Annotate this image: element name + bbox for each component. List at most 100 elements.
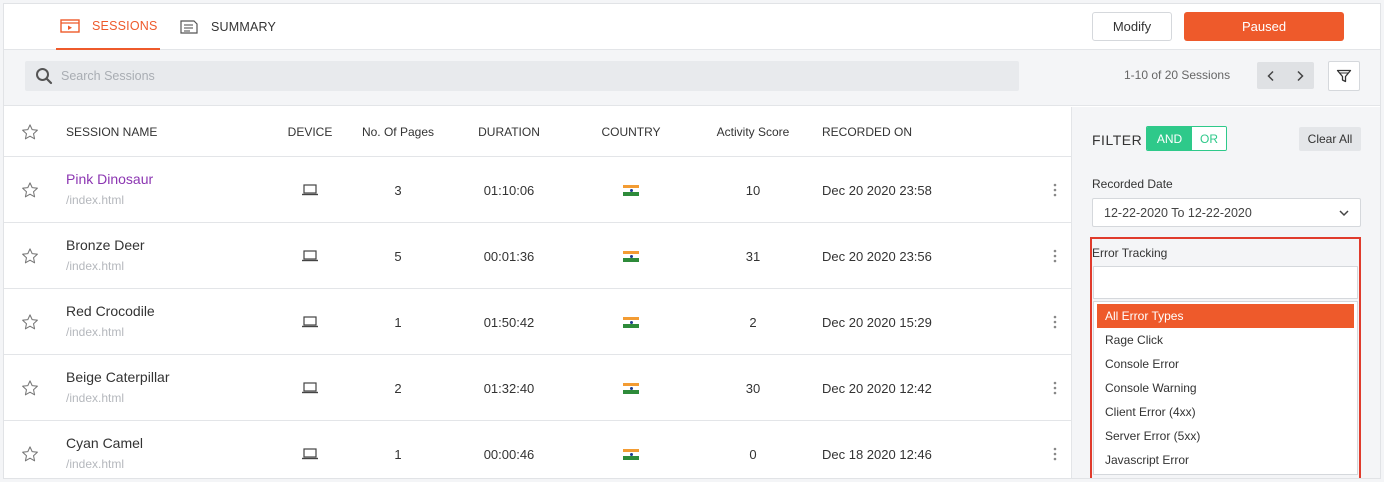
session-name-cell: Cyan Camel/index.html [66,421,143,478]
clear-all-button[interactable]: Clear All [1299,127,1361,151]
error-type-option[interactable]: Server Error (5xx) [1097,424,1354,448]
country-cell [581,289,681,355]
laptop-icon [302,184,318,196]
error-type-dropdown: All Error Types Rage Click Console Error Co… [1093,301,1358,475]
prev-page-button[interactable] [1257,62,1286,89]
recorded-on-cell: Dec 18 2020 12:46 [822,446,932,462]
header-pages[interactable]: No. Of Pages [348,107,448,157]
session-name-link[interactable]: Red Crocodile [66,303,155,319]
next-page-button[interactable] [1286,62,1315,89]
country-cell [581,157,681,223]
filter-title: FILTER [1092,132,1143,148]
star-button[interactable] [20,157,40,223]
sessions-table: SESSION NAME DEVICE No. Of Pages DURATIO… [4,107,1071,478]
india-flag-icon [623,316,639,328]
recorded-date-select[interactable]: 12-22-2020 To 12-22-2020 [1092,198,1361,227]
pages-cell: 3 [394,182,402,198]
laptop-icon [302,382,318,394]
session-name-cell: Bronze Deer/index.html [66,223,145,289]
error-type-option[interactable]: Client Error (4xx) [1097,400,1354,424]
header-country[interactable]: COUNTRY [581,107,681,157]
india-flag-icon [623,250,639,262]
duration-cell: 01:32:40 [483,380,535,396]
star-button[interactable] [20,223,40,289]
session-name-link[interactable]: Beige Caterpillar [66,369,170,385]
search-input[interactable] [61,69,961,83]
star-button[interactable] [20,289,40,355]
tab-summary[interactable]: SUMMARY [179,4,276,50]
recorded-on-cell: Dec 20 2020 23:56 [822,248,932,264]
activity-score-cell: 30 [745,380,761,396]
duration-cell: 00:01:36 [483,248,535,264]
row-menu-button[interactable] [1050,223,1060,289]
star-icon [22,124,38,140]
header-activity-score[interactable]: Activity Score [703,107,803,157]
pages-cell: 1 [394,446,402,462]
paused-button[interactable]: Paused [1184,12,1344,41]
table-row[interactable]: Bronze Deer/index.html 5 00:01:36 31 Dec 20 … [4,223,1071,289]
summary-icon [180,20,198,34]
recorded-date-value: 12-22-2020 To 12-22-2020 [1104,205,1252,220]
search-icon [36,68,53,85]
header-session-name[interactable]: SESSION NAME [66,107,157,157]
filter-icon [1336,69,1352,83]
recorded-on-cell: Dec 20 2020 12:42 [822,380,932,396]
star-button[interactable] [20,421,40,478]
header-duration[interactable]: DURATION [459,107,559,157]
star-all-button[interactable] [20,107,40,157]
country-cell [581,223,681,289]
error-type-option[interactable]: Rage Click [1097,328,1354,352]
row-menu-button[interactable] [1050,289,1060,355]
chevron-left-icon [1267,70,1274,81]
table-body: Pink Dinosaur/index.html 3 01:10:06 1 0 Dec 2… [4,157,1071,478]
session-url: /index.html [66,325,125,339]
india-flag-icon [623,382,639,394]
table-row[interactable]: Pink Dinosaur/index.html 3 01:10:06 10 Dec 2… [4,157,1071,223]
filter-panel: FILTER AND OR Clear All Recorded Date 12… [1071,107,1380,478]
star-icon [22,380,38,396]
country-cell [581,421,681,478]
search-box [25,61,1019,91]
table-row[interactable]: Cyan Camel/index.html 1 00:00:46 0 Dec 18 20… [4,421,1071,478]
table-row[interactable]: Red Crocodile/index.html 1 01:50:42 2 Dec 20… [4,289,1071,355]
and-toggle[interactable]: AND [1147,127,1192,150]
or-toggle[interactable]: OR [1192,127,1226,150]
row-menu-button[interactable] [1050,355,1060,421]
duration-cell: 01:10:06 [483,182,535,198]
top-nav: SESSIONS SUMMARY Modify Paused [4,4,1380,50]
row-menu-button[interactable] [1050,421,1060,478]
table-row[interactable]: Beige Caterpillar/index.html 2 01:32:40 30 D… [4,355,1071,421]
more-options-icon [1053,447,1057,461]
device-cell [280,223,340,289]
error-type-option[interactable]: Console Error [1097,352,1354,376]
error-type-option[interactable]: Console Warning [1097,376,1354,400]
search-bar: 1-10 of 20 Sessions [4,50,1380,106]
error-tracking-input[interactable] [1093,266,1358,299]
india-flag-icon [623,448,639,460]
session-url: /index.html [66,193,125,207]
error-tracking-label: Error Tracking [1092,246,1168,260]
session-name-cell: Pink Dinosaur/index.html [66,157,153,223]
error-type-option[interactable]: All Error Types [1097,304,1354,328]
activity-score-cell: 0 [749,446,757,462]
session-name-link[interactable]: Bronze Deer [66,237,145,253]
tab-sessions[interactable]: SESSIONS [56,4,160,50]
table-header: SESSION NAME DEVICE No. Of Pages DURATIO… [4,107,1071,157]
star-icon [22,182,38,198]
header-recorded-on[interactable]: RECORDED ON [822,107,912,157]
row-menu-button[interactable] [1050,157,1060,223]
star-button[interactable] [20,355,40,421]
device-cell [280,421,340,478]
more-options-icon [1053,315,1057,329]
header-device[interactable]: DEVICE [280,107,340,157]
error-type-option[interactable]: Javascript Error [1097,448,1354,472]
country-cell [581,355,681,421]
modify-button[interactable]: Modify [1092,12,1172,41]
session-name-link[interactable]: Pink Dinosaur [66,171,153,187]
session-name-cell: Beige Caterpillar/index.html [66,355,170,421]
india-flag-icon [623,184,639,196]
session-name-link[interactable]: Cyan Camel [66,435,143,451]
laptop-icon [302,250,318,262]
filter-toggle-button[interactable] [1328,61,1360,91]
app-frame: SESSIONS SUMMARY Modify Paused 1-10 of 2… [3,3,1381,479]
